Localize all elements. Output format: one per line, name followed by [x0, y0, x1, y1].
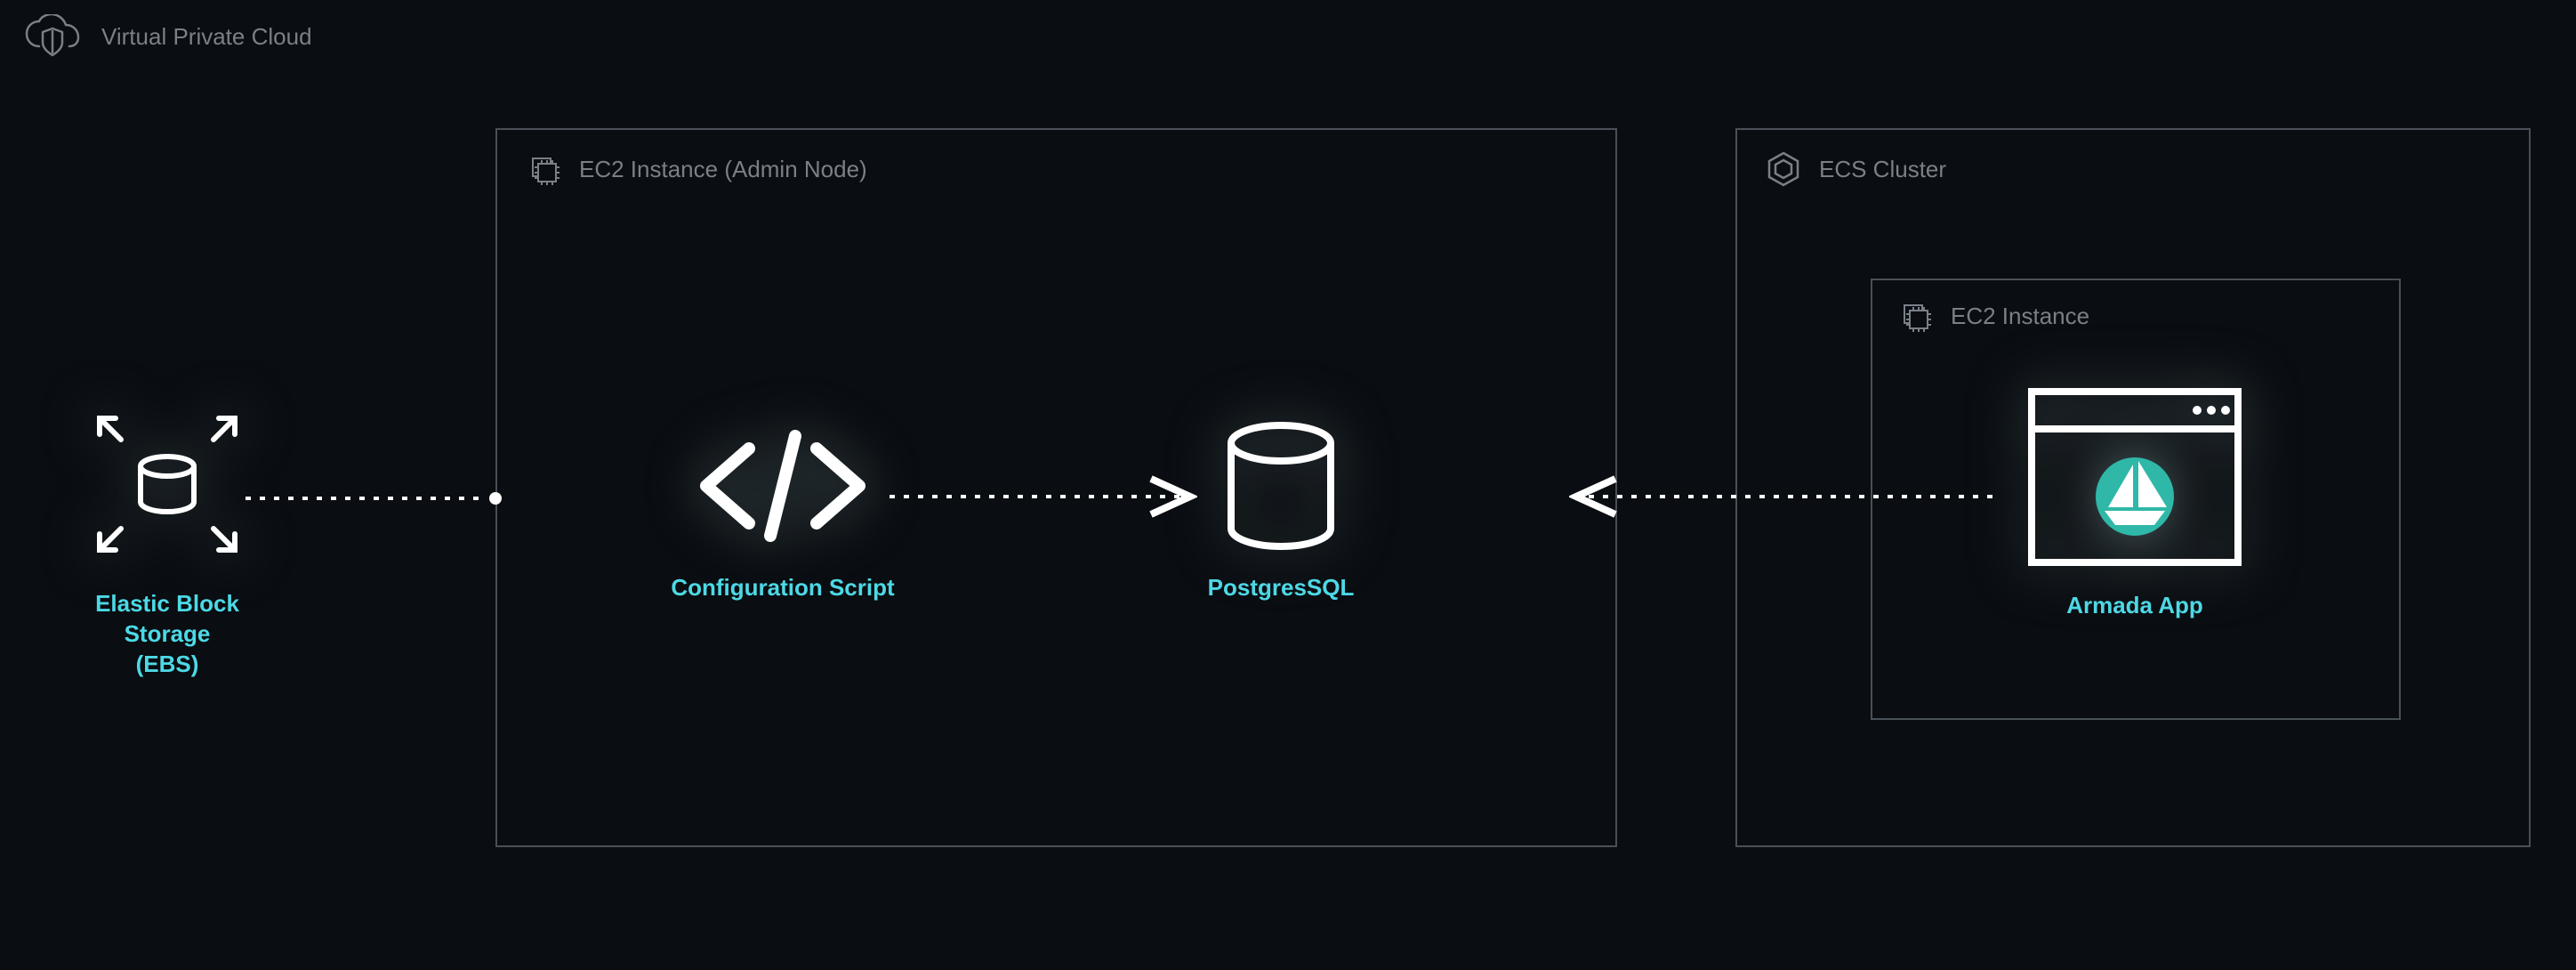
container-header-ec2-admin: EC2 Instance (Admin Node): [497, 130, 1615, 198]
hexagon-icon: [1762, 148, 1805, 190]
container-label: EC2 Instance (Admin Node): [579, 156, 867, 183]
storage-expand-icon: [78, 395, 256, 573]
container-label: ECS Cluster: [1819, 156, 1946, 183]
chip-icon: [522, 148, 565, 190]
container-label: EC2 Instance: [1951, 303, 2089, 330]
node-postgres: PostgresSQL: [1192, 415, 1370, 603]
vpc-header: Virtual Private Cloud: [23, 14, 312, 59]
cloud-shield-icon: [23, 14, 82, 59]
node-armada: Armada App: [2010, 379, 2259, 621]
node-label-postgres: PostgresSQL: [1208, 573, 1355, 603]
vpc-label: Virtual Private Cloud: [101, 23, 312, 51]
code-icon: [685, 415, 881, 557]
node-ebs: Elastic Block Storage (EBS): [50, 395, 285, 679]
app-window-ship-icon: [2019, 379, 2250, 575]
chip-icon: [1894, 295, 1936, 337]
node-label-ebs: Elastic Block Storage (EBS): [50, 589, 285, 679]
container-header-ec2-instance: EC2 Instance: [1872, 280, 2399, 344]
database-icon: [1210, 415, 1352, 557]
node-label-config-script: Configuration Script: [671, 573, 894, 603]
container-header-ecs-cluster: ECS Cluster: [1737, 130, 2529, 198]
node-label-armada: Armada App: [2066, 591, 2203, 621]
node-config-script: Configuration Script: [658, 415, 907, 603]
